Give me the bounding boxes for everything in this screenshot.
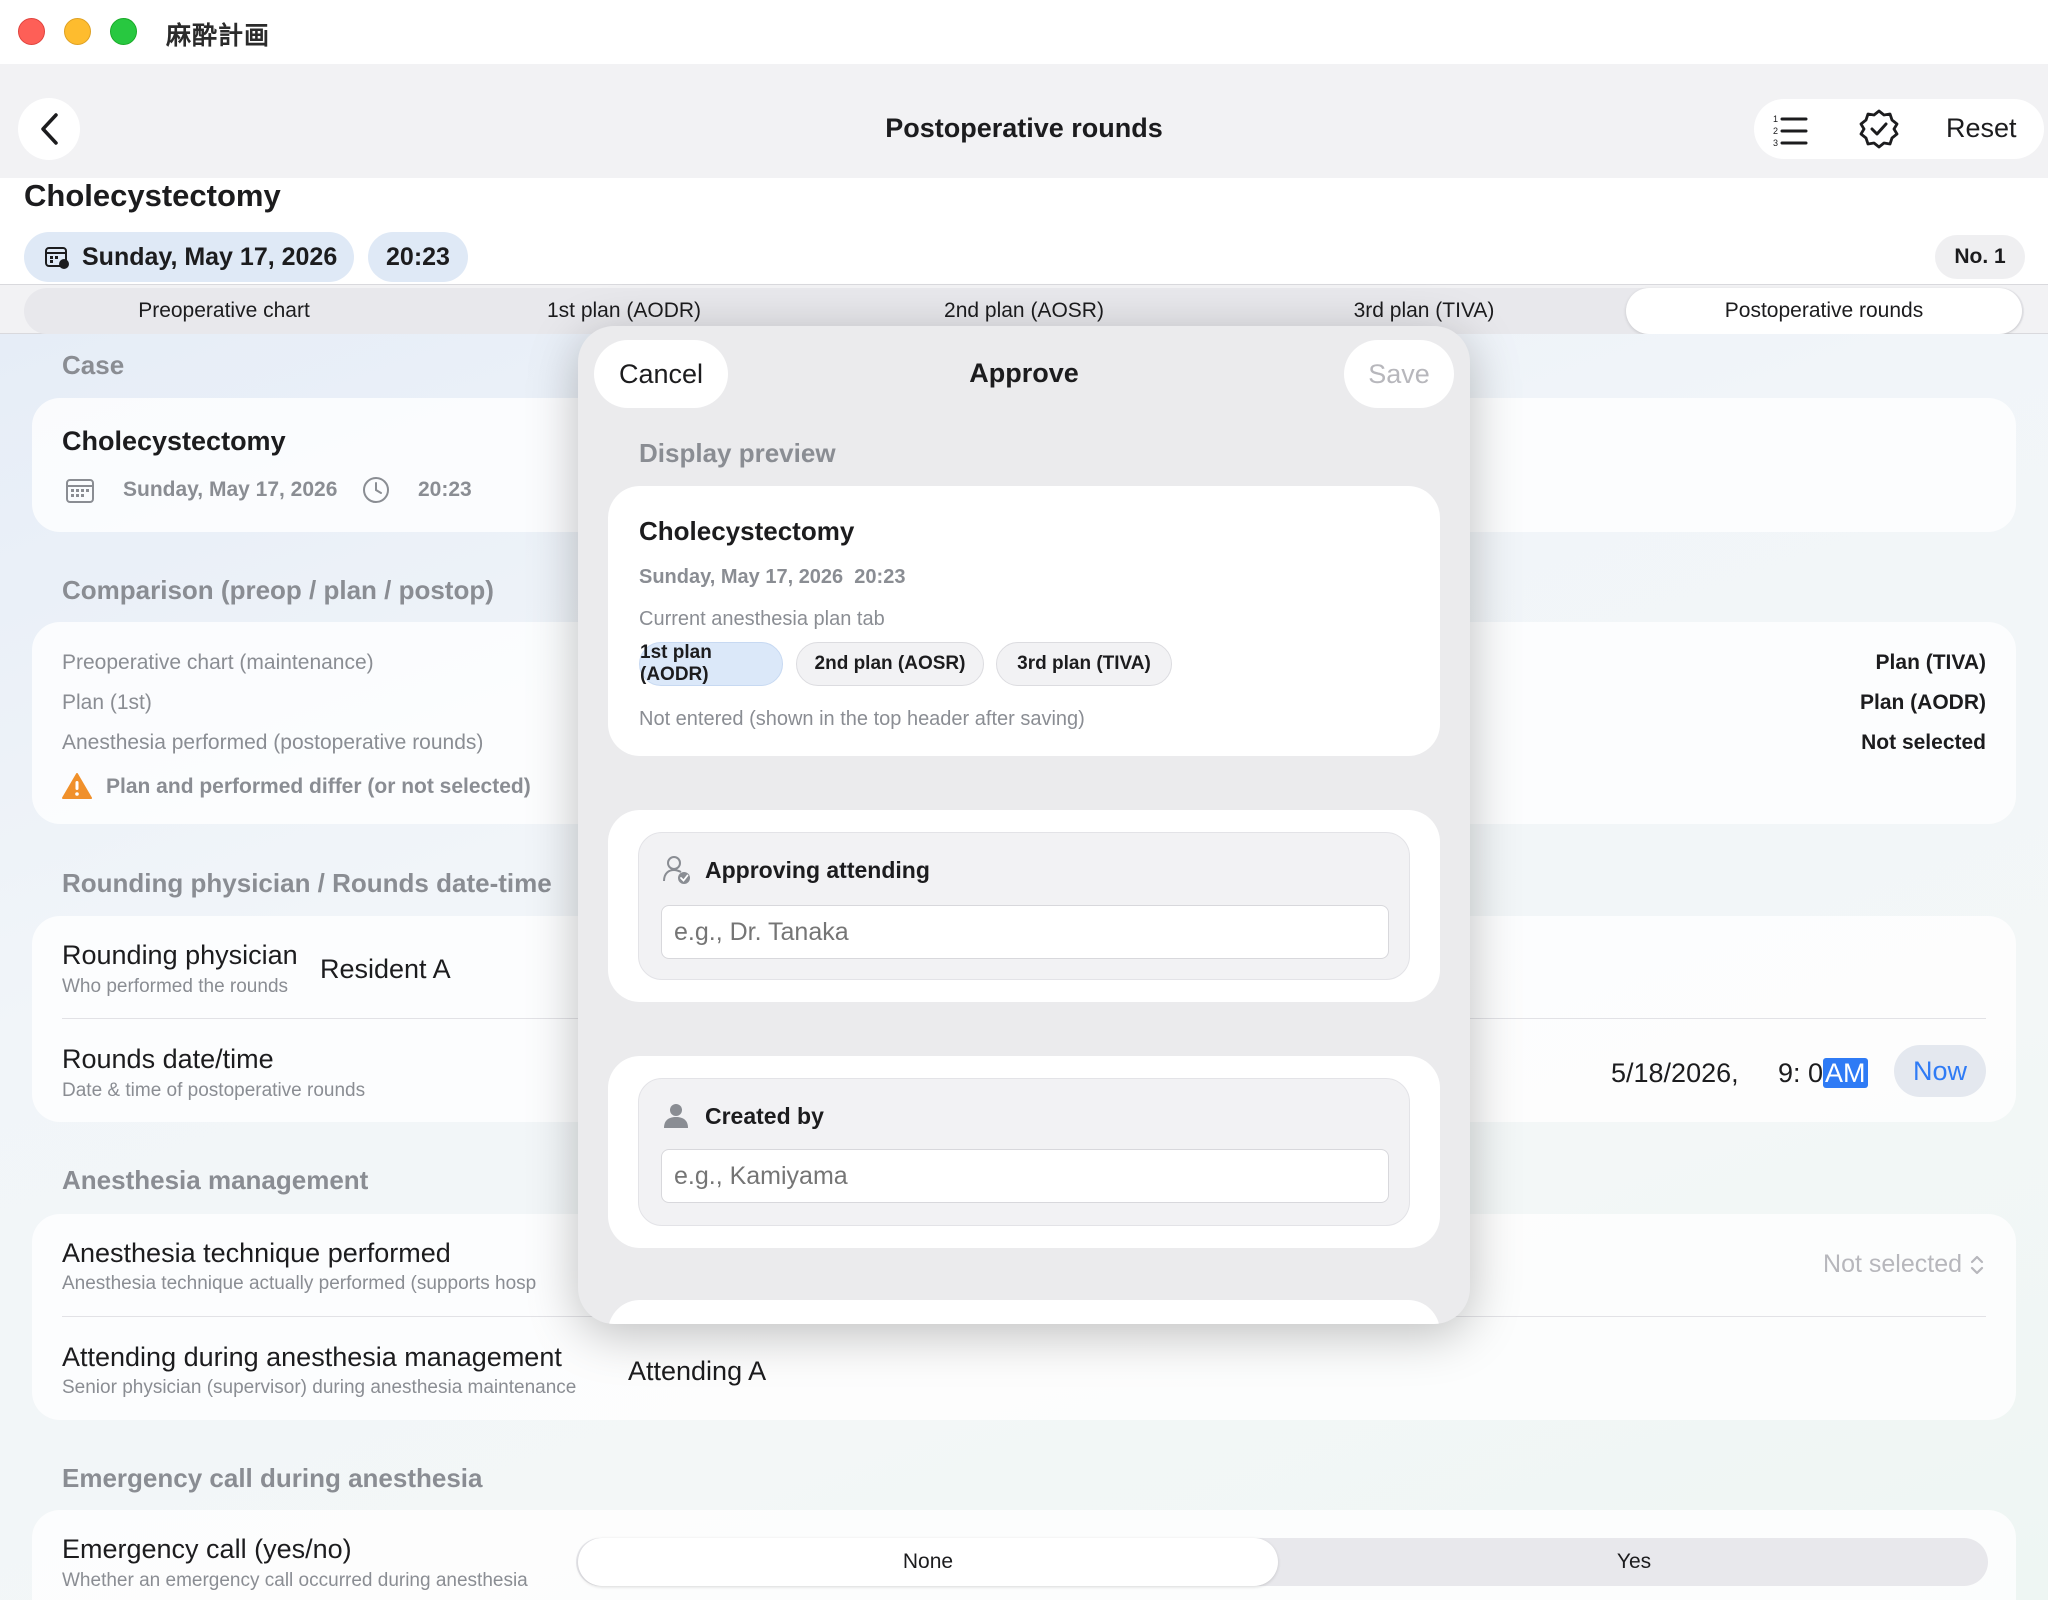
comparison-value: Not selected bbox=[1861, 731, 1986, 754]
preview-datetime: Sunday, May 17, 2026 20:23 bbox=[639, 566, 906, 588]
case-time: 20:23 bbox=[418, 478, 472, 501]
person-icon bbox=[664, 1104, 688, 1128]
preview-plan-chip-1st: 1st plan (AODR) bbox=[639, 642, 783, 686]
comparison-label: Preoperative chart (maintenance) bbox=[62, 651, 374, 674]
approving-field-group: Approving attending bbox=[638, 832, 1410, 980]
technique-select[interactable]: Not selected bbox=[1823, 1250, 1986, 1279]
emergency-segmented-control: None Yes bbox=[576, 1538, 1988, 1586]
page-title: Cholecystectomy bbox=[24, 178, 281, 213]
calendar-icon bbox=[66, 479, 94, 503]
technique-label: Anesthesia technique performed bbox=[62, 1238, 451, 1268]
rounding-physician-sub: Who performed the rounds bbox=[62, 976, 289, 997]
preview-plan-chip-3rd: 3rd plan (TIVA) bbox=[996, 642, 1172, 686]
rounds-time-field[interactable]: 9: 0AM bbox=[1778, 1058, 1868, 1089]
minimize-window-button[interactable] bbox=[64, 18, 91, 45]
zoom-window-button[interactable] bbox=[110, 18, 137, 45]
tab-postoperative-rounds[interactable]: Postoperative rounds bbox=[1626, 288, 2022, 334]
management-section-header: Anesthesia management bbox=[62, 1165, 369, 1195]
attending-sub: Senior physician (supervisor) during ane… bbox=[62, 1377, 577, 1398]
checkmark-seal-icon bbox=[1859, 109, 1899, 149]
attending-label: Attending during anesthesia management bbox=[62, 1342, 562, 1372]
svg-text:1: 1 bbox=[1773, 114, 1778, 124]
technique-select-value: Not selected bbox=[1823, 1250, 1962, 1278]
emergency-sub: Whether an emergency call occurred durin… bbox=[62, 1570, 528, 1591]
next-card bbox=[608, 1300, 1440, 1324]
time-chip[interactable]: 20:23 bbox=[368, 232, 468, 282]
technique-sub: Anesthesia technique actually performed … bbox=[62, 1273, 537, 1294]
approve-button[interactable] bbox=[1858, 108, 1900, 150]
nav-title: Postoperative rounds bbox=[885, 113, 1163, 143]
created-by-input[interactable] bbox=[661, 1149, 1389, 1203]
comparison-label: Plan (1st) bbox=[62, 691, 152, 714]
emergency-option-none[interactable]: None bbox=[578, 1538, 1278, 1586]
preview-card: Cholecystectomy Sunday, May 17, 2026 20:… bbox=[608, 486, 1440, 756]
numbered-list-icon: 1 2 3 bbox=[1773, 114, 1808, 148]
emergency-option-yes[interactable]: Yes bbox=[1282, 1538, 1986, 1586]
modal-title: Approve bbox=[969, 358, 1079, 388]
rounding-section-header: Rounding physician / Rounds date-time bbox=[62, 868, 552, 898]
comparison-value: Plan (TIVA) bbox=[1875, 651, 1986, 674]
ampm-field[interactable]: AM bbox=[1823, 1058, 1868, 1088]
attending-field[interactable]: Attending A bbox=[628, 1356, 766, 1387]
comparison-section-header: Comparison (preop / plan / postop) bbox=[62, 575, 494, 605]
created-by-label: Created by bbox=[705, 1103, 824, 1129]
comparison-value: Plan (AODR) bbox=[1860, 691, 1986, 714]
emergency-section-header: Emergency call during anesthesia bbox=[62, 1463, 483, 1493]
preview-title: Cholecystectomy bbox=[639, 516, 855, 546]
save-button[interactable]: Save bbox=[1344, 340, 1454, 408]
warning-icon bbox=[62, 773, 92, 799]
numbered-list-button[interactable]: 1 2 3 bbox=[1770, 110, 1810, 150]
number-badge: No. 1 bbox=[1935, 235, 2025, 279]
case-date: Sunday, May 17, 2026 bbox=[123, 478, 338, 501]
now-button[interactable]: Now bbox=[1894, 1045, 1986, 1097]
rounds-datetime-label: Rounds date/time bbox=[62, 1044, 274, 1074]
svg-text:2: 2 bbox=[1773, 126, 1778, 136]
preview-tab-caption: Current anesthesia plan tab bbox=[639, 608, 885, 630]
clock-icon bbox=[363, 477, 389, 503]
case-title: Cholecystectomy bbox=[62, 426, 286, 456]
emergency-label: Emergency call (yes/no) bbox=[62, 1534, 352, 1564]
date-chip[interactable]: Sunday, May 17, 2026 bbox=[24, 232, 354, 282]
rounds-date-field[interactable]: 5/18/2026, bbox=[1611, 1058, 1739, 1089]
title-bar bbox=[0, 0, 2048, 64]
case-section-header: Case bbox=[62, 350, 125, 380]
close-window-button[interactable] bbox=[18, 18, 45, 45]
svg-text:3: 3 bbox=[1773, 138, 1778, 148]
window-title: 麻酔計画 bbox=[166, 22, 271, 50]
approve-modal: Cancel Approve Save Display preview Chol… bbox=[578, 326, 1470, 1324]
comparison-label: Anesthesia performed (postoperative roun… bbox=[62, 731, 484, 754]
created-by-card: Created by bbox=[608, 1056, 1440, 1248]
rounding-physician-field[interactable]: Resident A bbox=[320, 954, 451, 985]
rounds-time-value: 9: 0 bbox=[1778, 1058, 1824, 1088]
calendar-icon bbox=[45, 247, 69, 269]
approving-card: Approving attending bbox=[608, 810, 1440, 1002]
reset-button[interactable]: Reset bbox=[1946, 113, 2017, 144]
rounding-physician-label: Rounding physician bbox=[62, 940, 298, 970]
preview-note: Not entered (shown in the top header aft… bbox=[639, 708, 1085, 730]
chevron-up-down-icon bbox=[1970, 1255, 1984, 1274]
display-preview-header: Display preview bbox=[639, 438, 836, 468]
tab-preoperative-chart[interactable]: Preoperative chart bbox=[24, 288, 424, 334]
created-by-field-group: Created by bbox=[638, 1078, 1410, 1226]
preview-plan-chip-2nd: 2nd plan (AOSR) bbox=[796, 642, 984, 686]
comparison-warning: Plan and performed differ (or not select… bbox=[106, 775, 531, 798]
date-chip-label: Sunday, May 17, 2026 bbox=[82, 242, 338, 271]
rounds-datetime-sub: Date & time of postoperative rounds bbox=[62, 1080, 366, 1101]
person-checkmark-icon bbox=[663, 856, 690, 884]
approving-attending-label: Approving attending bbox=[705, 857, 930, 883]
approving-attending-input[interactable] bbox=[661, 905, 1389, 959]
